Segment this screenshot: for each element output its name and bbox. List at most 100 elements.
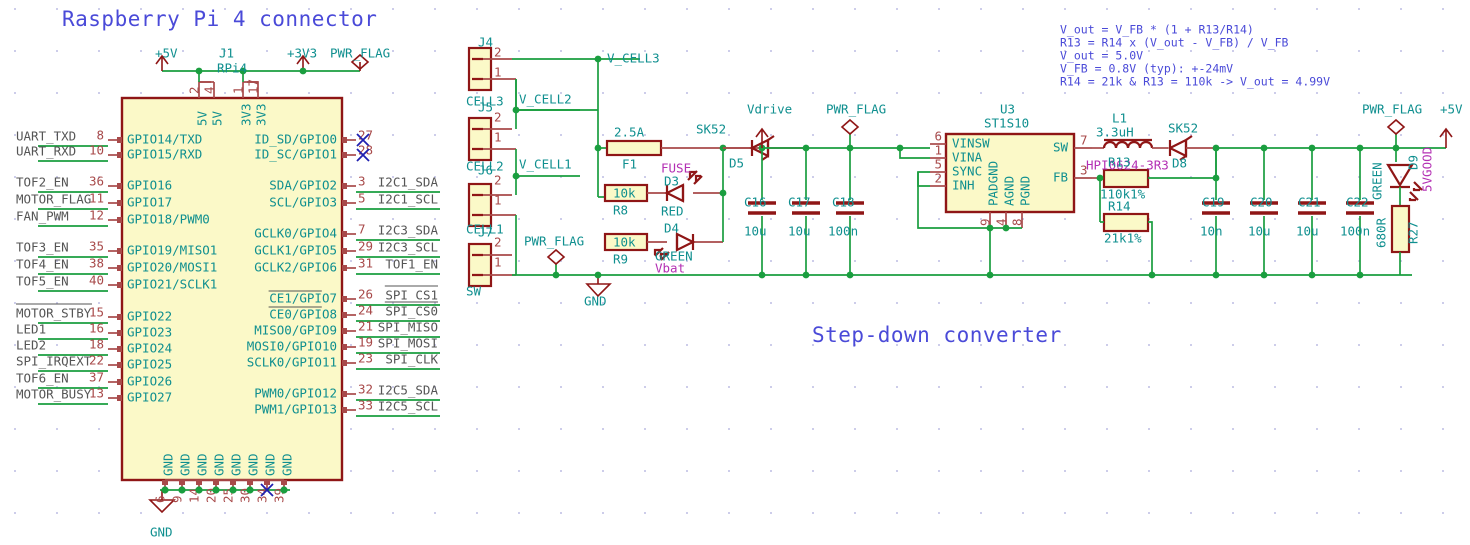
cell-conn-value: SW xyxy=(466,284,482,299)
cell-conn-pin-number: 1 xyxy=(494,255,502,270)
j1-right-pin-number: 7 xyxy=(358,222,366,237)
j1-gnd-pin-name: GND xyxy=(161,453,176,476)
c16-value: 10u xyxy=(744,224,767,239)
j1-left-net-label: UART_TXD xyxy=(16,129,76,144)
junction-dot xyxy=(229,486,237,494)
c17-value: 10u xyxy=(788,224,811,239)
j1-left-net-label: TOF3_EN xyxy=(16,240,69,255)
j1-right-pin-number: 32 xyxy=(358,382,373,397)
j1-left-pin-number: 10 xyxy=(89,143,104,158)
j1-left-pin-number: 15 xyxy=(89,305,104,320)
j1-right-pin-name: ID_SD/GPIO0 xyxy=(254,132,337,147)
net-label-5v-out: +5V xyxy=(1440,102,1463,117)
j1-right-net-label: I2C3_SDA xyxy=(378,223,439,238)
j1-left-pin-name: GPIO26 xyxy=(127,374,172,389)
net-label-pwr-flag-out: PWR_FLAG xyxy=(1362,102,1422,117)
j1-left-pin-number: 18 xyxy=(89,337,104,352)
j1-right-net-label: I2C5_SDA xyxy=(378,383,439,398)
j1-gnd-pin-name: GND xyxy=(212,453,227,476)
c20-ref: C20 xyxy=(1250,195,1273,210)
note-line-2: V_out = 5.0V xyxy=(1060,49,1143,63)
j1-right-pin-stub xyxy=(342,296,347,302)
j1-left-pin-name: GPIO19/MISO1 xyxy=(127,243,217,258)
j1-left-net-label: MOTOR_STBY xyxy=(16,306,92,321)
j1-right-net-label: SPI_CS1 xyxy=(385,288,438,303)
j1-left-net-label: UART_RXD xyxy=(16,144,76,159)
junction-dot xyxy=(195,486,203,494)
note-line-3: V_FB = 0.8V (typ): +-24mV xyxy=(1060,62,1233,76)
c22-value: 100n xyxy=(1340,224,1370,239)
u3-ref: U3 xyxy=(1000,102,1015,117)
gnd-label-j1: GND xyxy=(150,525,173,540)
j1-right-pin-name: GCLK2/GPIO6 xyxy=(254,260,337,275)
j1-right-net-label: I2C3_SCL xyxy=(378,240,438,255)
c16-ref: C16 xyxy=(744,195,767,210)
schematic-sheet: Raspberry Pi 4 connector Step-down conve… xyxy=(0,0,1470,545)
j1-left-pin-number: 35 xyxy=(89,239,104,254)
j1-right-net-label: I2C1_SCL xyxy=(378,192,438,207)
j1-left-pin-name: GPIO17 xyxy=(127,195,172,210)
cell-conn-pin-number: 1 xyxy=(494,193,502,208)
u3-bottom-pin-name: AGND xyxy=(1002,176,1017,206)
junction-dot xyxy=(212,486,220,494)
j1-left-pin-number: 16 xyxy=(89,321,104,336)
d9-ref: D9 xyxy=(1406,155,1421,170)
j1-left-pin-number: 40 xyxy=(89,273,104,288)
j1-right-pin-stub xyxy=(342,231,347,237)
r9-ref: R9 xyxy=(613,252,628,267)
j1-right-pin-stub xyxy=(342,152,347,158)
schematic-text: Raspberry Pi 4 connector Step-down conve… xyxy=(16,7,1463,540)
net-label-5vgood: 5VGOOD xyxy=(1420,147,1435,192)
c22-ref: C22 xyxy=(1346,195,1369,210)
net-label-pwr-flag-top: PWR_FLAG xyxy=(330,46,390,61)
j1-right-pin-stub xyxy=(342,265,347,271)
note-line-4: R14 = 21k & R13 = 110k -> V_out = 4.99V xyxy=(1060,75,1330,89)
u3-left-pin-name: SYNC xyxy=(952,164,982,179)
c21-value: 10u xyxy=(1296,224,1319,239)
j1-gnd-pin-number: 9 xyxy=(170,495,185,503)
c19-ref: C19 xyxy=(1202,195,1225,210)
page-title-rpi: Raspberry Pi 4 connector xyxy=(62,7,377,31)
j1-right-net-label: SPI_MOSI xyxy=(378,336,438,351)
j1-left-pin-name: GPIO18/PWM0 xyxy=(127,212,210,227)
j1-right-pin-number: 26 xyxy=(358,287,373,302)
j1-left-pin-number: 36 xyxy=(89,174,104,189)
j1-left-net-label: FAN_PWM xyxy=(16,209,69,224)
j1-gnd-pin-name: GND xyxy=(280,453,295,476)
j1-left-pin-stub xyxy=(117,282,122,288)
d3-value: RED xyxy=(661,204,684,219)
j1-right-pin-name: CE1/GPIO7 xyxy=(269,291,337,306)
d4-ref: D4 xyxy=(664,221,679,236)
cell-conn-pin-number: 1 xyxy=(494,65,502,80)
j1-top-pin-name: 5V xyxy=(195,110,210,126)
j1-right-net-label: SPI_MISO xyxy=(378,320,438,335)
j1-top-pin-number: 17 xyxy=(246,79,261,94)
j1-right-pin-name: PWM1/GPIO13 xyxy=(254,402,337,417)
u3-left-pin-number: 6 xyxy=(934,129,942,144)
j1-left-pin-number: 22 xyxy=(89,353,104,368)
j1-left-pin-number: 38 xyxy=(89,256,104,271)
j1-right-pin-stub xyxy=(342,391,347,397)
l1-ref: L1 xyxy=(1112,111,1127,126)
j1-left-net-label: TOF2_EN xyxy=(16,175,69,190)
j1-left-net-label: TOF4_EN xyxy=(16,257,69,272)
r14-value: 21k1% xyxy=(1104,231,1142,246)
j1-right-net-label: SPI_CLK xyxy=(385,352,438,367)
u3-bottom-pin-number: 9 xyxy=(978,218,993,226)
j1-right-pin-number: 3 xyxy=(358,174,366,189)
u3-left-pin-number: 2 xyxy=(934,171,942,186)
u3-left-pin-name: INH xyxy=(952,178,975,193)
r27-value: 680R xyxy=(1374,217,1389,248)
j1-right-net-label: SPI_CS0 xyxy=(385,304,438,319)
r8-ref: R8 xyxy=(613,203,628,218)
j1-right-pin-stub xyxy=(342,137,347,143)
j1-left-pin-stub xyxy=(117,346,122,352)
j1-gnd-pin-name: GND xyxy=(195,453,210,476)
j1-right-pin-stub xyxy=(342,312,347,318)
j1-right-pin-name: PWM0/GPIO12 xyxy=(254,386,337,401)
u3-left-pin-number: 5 xyxy=(934,157,942,172)
u3-right-pin-name: FB xyxy=(1053,170,1068,185)
r14-ref: R14 xyxy=(1108,199,1131,214)
j1-top-pin-number: 4 xyxy=(202,86,217,94)
j1-right-pin-name: ID_SC/GPIO1 xyxy=(254,147,337,162)
